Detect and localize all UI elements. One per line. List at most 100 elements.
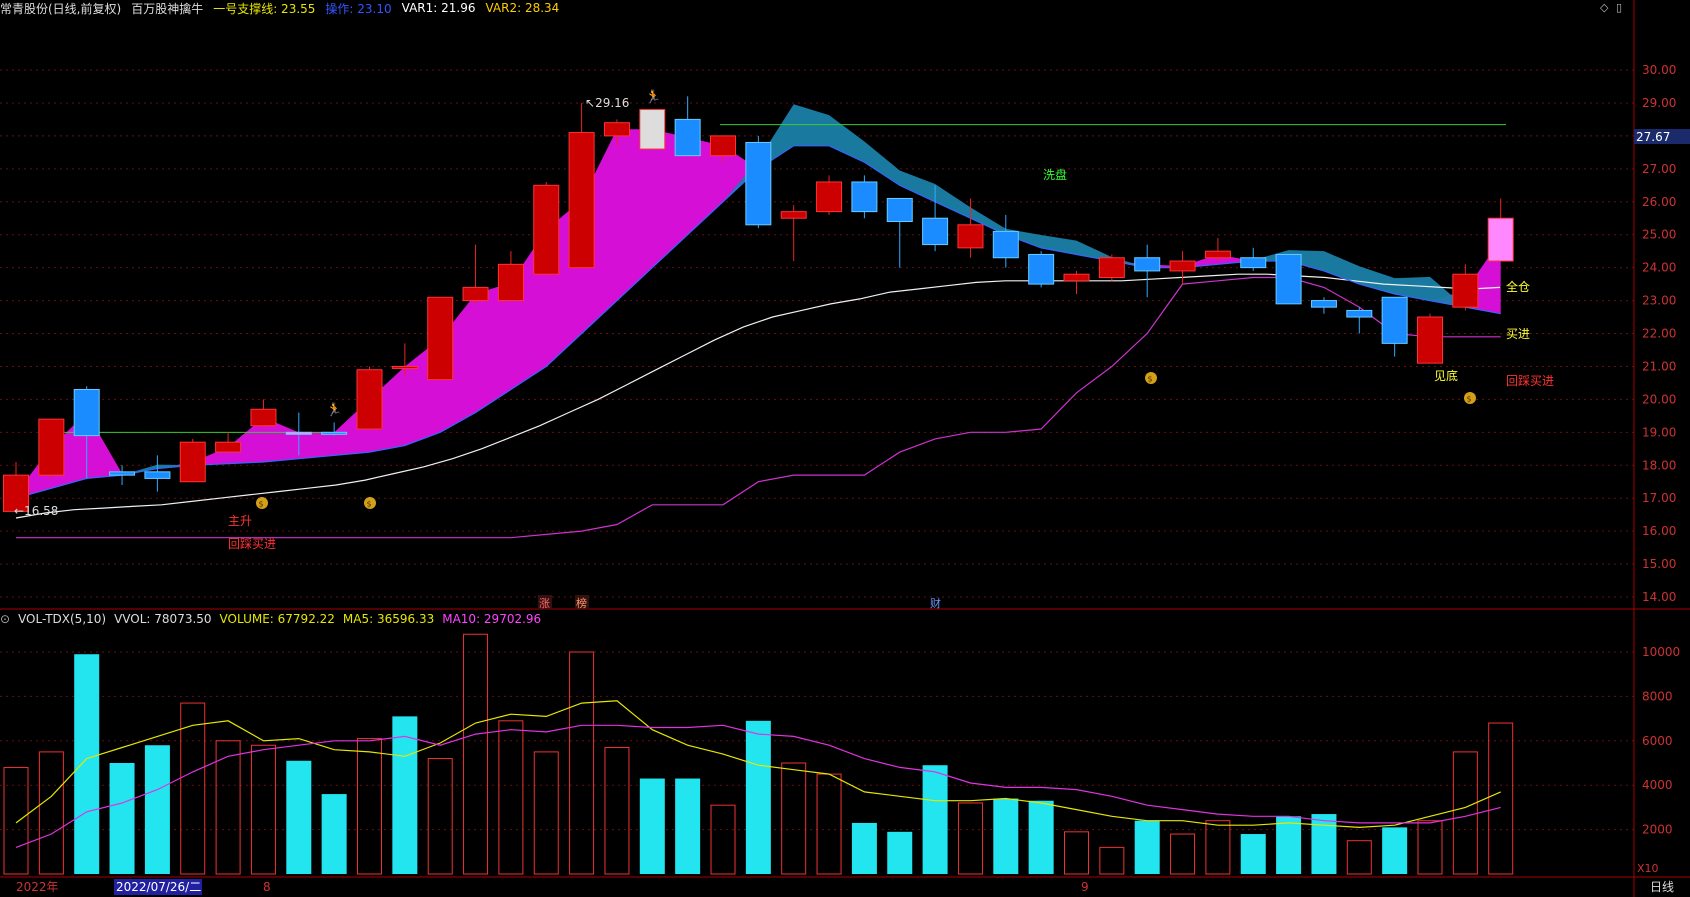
- max-price-label: ↖29.16: [585, 96, 629, 110]
- price-tick-label: 26.00: [1642, 195, 1676, 209]
- volume-bar: [1240, 834, 1266, 874]
- volume-bar: [922, 765, 948, 874]
- volume-bar: [1276, 816, 1302, 874]
- volume-bar: [180, 702, 206, 875]
- volume-bar: [1346, 840, 1372, 875]
- volume-bar: [1170, 833, 1196, 875]
- volume-bar: [957, 802, 983, 875]
- candle-body: [603, 122, 630, 137]
- candle-body: [38, 418, 65, 476]
- volume-tick-label: 4000: [1642, 778, 1673, 792]
- price-tick-label: 25.00: [1642, 228, 1676, 242]
- volume-bar: [639, 778, 665, 874]
- limit-up-tag[interactable]: 涨: [539, 597, 550, 610]
- volume-tick-label: 6000: [1642, 734, 1673, 748]
- runner-icon: 🏃: [645, 89, 661, 105]
- volume-tick-label: 8000: [1642, 689, 1673, 703]
- candle-body: [391, 365, 418, 369]
- volume-tick-label: 10000: [1642, 645, 1680, 659]
- volume-bar: [887, 831, 913, 874]
- volume-bar: [1099, 846, 1125, 875]
- candle-body: [1134, 257, 1161, 272]
- month-8-label: 8: [263, 880, 271, 894]
- volume-bar: [144, 745, 170, 874]
- candle-body: [1240, 257, 1267, 269]
- svg-text:$: $: [1148, 375, 1153, 384]
- volume-bar: [3, 766, 29, 875]
- min-price-label: ←16.58: [14, 504, 58, 518]
- volume-bar: [1452, 751, 1478, 875]
- candle-body: [179, 441, 206, 483]
- money-bag-icon: $: [364, 497, 376, 509]
- candle-body: [1063, 273, 1090, 282]
- volume-bar: [215, 740, 241, 875]
- price-tick-label: 14.00: [1642, 590, 1676, 604]
- candle-body: [1346, 309, 1373, 318]
- volume-bar: [781, 762, 807, 875]
- candle-body: [285, 431, 312, 435]
- candle-body: [568, 132, 595, 269]
- candle-body: [1275, 253, 1302, 305]
- volume-bar: [1134, 820, 1160, 874]
- volume-bar: [250, 744, 276, 875]
- candle-body: [73, 388, 100, 437]
- huicai-right-label: 回踩买进: [1506, 374, 1554, 388]
- candle-body: [922, 217, 949, 246]
- volume-bars: [3, 633, 1514, 875]
- price-tick-label: 18.00: [1642, 458, 1676, 472]
- volume-bar: [109, 763, 135, 874]
- price-tick-label: 24.00: [1642, 261, 1676, 275]
- volume-bar: [1064, 831, 1089, 875]
- year-label: 2022年: [16, 880, 59, 894]
- volume-bar: [851, 822, 877, 874]
- chart-canvas[interactable]: 30.0029.0028.0027.0026.0025.0024.0023.00…: [0, 0, 1690, 897]
- candles: [3, 96, 1514, 512]
- volume-tick-label: 2000: [1642, 823, 1673, 837]
- volume-bar: [604, 746, 630, 875]
- price-axis: 30.0029.0028.0027.0026.0025.0024.0023.00…: [1642, 63, 1676, 604]
- volume-bar: [993, 798, 1019, 874]
- candle-body: [674, 118, 701, 157]
- candle-body: [816, 181, 843, 213]
- candle-body: [144, 471, 171, 479]
- candle-body: [851, 181, 878, 213]
- svg-text:$: $: [259, 500, 264, 509]
- candle-body: [356, 369, 383, 430]
- volume-bar: [392, 716, 418, 874]
- candle-body: [639, 109, 666, 150]
- period-label[interactable]: 日线: [1650, 880, 1674, 894]
- candle-body: [992, 230, 1019, 259]
- price-tick-label: 16.00: [1642, 524, 1676, 538]
- zhusheng-label: 主升: [228, 514, 252, 528]
- volume-bar: [1382, 827, 1408, 874]
- month-9-label: 9: [1081, 880, 1089, 894]
- svg-text:$: $: [367, 500, 372, 509]
- maijin-label: 买进: [1506, 327, 1530, 341]
- candle-body: [1381, 296, 1408, 344]
- money-bag-icon: $: [1464, 392, 1476, 404]
- volume-bar: [533, 751, 559, 875]
- candle-body: [1028, 253, 1055, 285]
- candle-body: [1098, 257, 1125, 279]
- candle-body: [321, 431, 348, 435]
- top-list-tag[interactable]: 榜: [576, 596, 587, 610]
- magenta-support-line: [16, 276, 1501, 539]
- candle-body: [745, 141, 772, 226]
- volume-axis: 10000 8000 6000 4000 2000: [1642, 645, 1680, 837]
- volume-bar: [498, 720, 524, 875]
- price-tick-label: 17.00: [1642, 491, 1676, 505]
- volume-bar: [1028, 800, 1054, 874]
- finance-tag[interactable]: 财: [930, 596, 941, 610]
- candle-body: [462, 286, 489, 302]
- candle-body: [497, 263, 524, 302]
- candle-body: [1204, 250, 1231, 259]
- svg-text:$: $: [1467, 395, 1472, 404]
- volume-bar: [1311, 814, 1337, 874]
- cursor-date: 2022/07/26/二: [116, 880, 201, 894]
- candle-body: [215, 441, 242, 453]
- volume-bar: [463, 633, 489, 875]
- volume-bar: [675, 778, 701, 874]
- volume-bar: [1205, 820, 1231, 875]
- volume-bar: [38, 751, 64, 875]
- max-price-value: 29.16: [595, 96, 629, 110]
